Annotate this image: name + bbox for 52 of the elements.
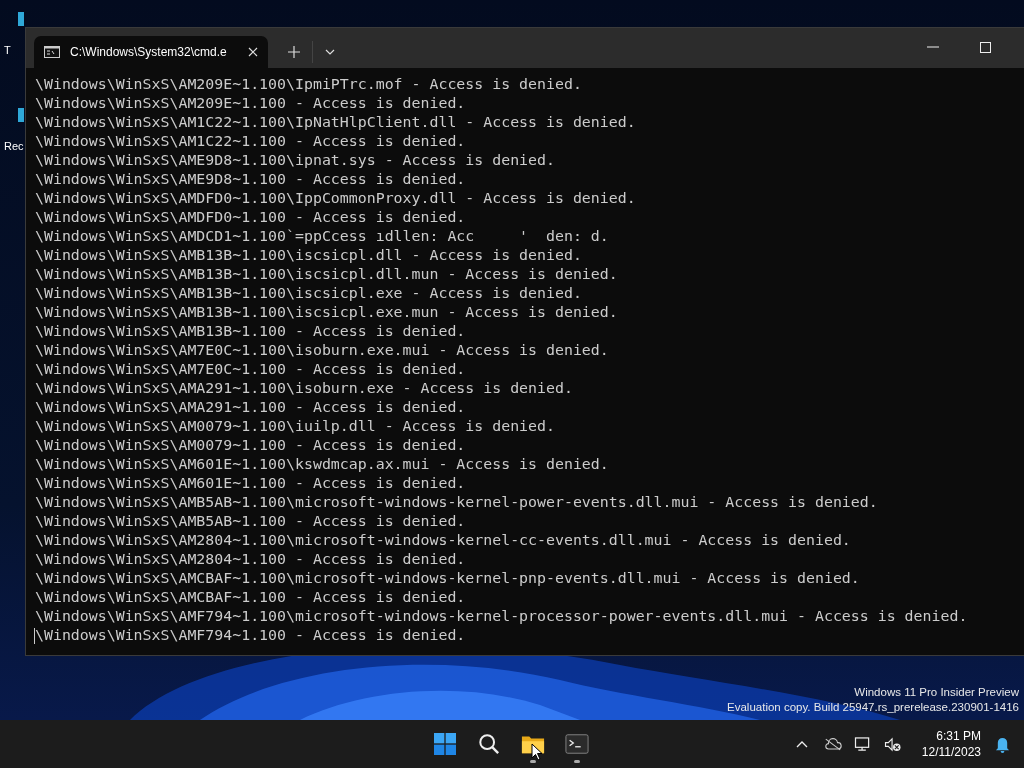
console-output-line: \Windows\WinSxS\AMF794~1.100 - Access is denied. xyxy=(35,626,467,645)
clock-time[interactable]: 6:31 PM xyxy=(936,728,981,744)
console-output-line: \Windows\WinSxS\AMB13B~1.100\iscsicpl.dll.mun - Access is denied. xyxy=(35,265,619,284)
desktop-icon-label: Rec xyxy=(4,140,24,152)
console-output-line: \Windows\WinSxS\AM2804~1.100 - Access is denied. xyxy=(35,550,467,569)
console-output-line: \Windows\WinSxS\AMDCD1~1.100`=ppCcess ıdllen: Acc ' den: d. xyxy=(35,227,610,246)
console-output-line: \Windows\WinSxS\AMA291~1.100 - Access is denied. xyxy=(35,398,467,417)
console-output-line: \Windows\WinSxS\AM0079~1.100 - Access is denied. xyxy=(35,436,467,455)
chevron-up-icon[interactable] xyxy=(795,740,808,748)
maximize-icon[interactable] xyxy=(980,42,991,53)
console-output-line: \Windows\WinSxS\AMB13B~1.100\iscsicpl.exe.mun - Access is denied. xyxy=(35,303,619,322)
network-icon[interactable] xyxy=(853,736,872,752)
console-output-line: \Windows\WinSxS\AMDFD0~1.100\IppCommonProxy.dll - Access is denied. xyxy=(35,189,637,208)
clock-date[interactable]: 12/11/2023 xyxy=(921,744,981,760)
volume-muted-icon[interactable] xyxy=(883,736,902,752)
notification-bell-icon[interactable] xyxy=(995,735,1010,753)
console-output-line: \Windows\WinSxS\AM7E0C~1.100 - Access is denied. xyxy=(35,360,467,379)
tab-title: C:\Windows\System32\cmd.e xyxy=(70,45,228,59)
terminal-icon[interactable] xyxy=(565,733,589,755)
console-output-line: \Windows\WinSxS\AM7E0C~1.100\isoburn.exe.mui - Access is denied. xyxy=(35,341,610,360)
command-prompt-icon xyxy=(44,46,60,58)
console-output-line: \Windows\WinSxS\AM2804~1.100\microsoft-windows-kernel-cc-events.dll.mui - Access is denied. xyxy=(35,531,852,550)
cloud-off-icon[interactable] xyxy=(823,736,842,752)
console-output-line: \Windows\WinSxS\AM601E~1.100 - Access is denied. xyxy=(35,474,467,493)
console-output-line: \Windows\WinSxS\AME9D8~1.100 - Access is denied. xyxy=(35,170,467,189)
edition-notice-text: Windows 11 Pro Insider Preview xyxy=(854,685,1019,700)
console-output-line: \Windows\WinSxS\AMB13B~1.100\iscsicpl.exe - Access is denied. xyxy=(35,284,583,303)
edition-notice-text: Evaluation copy. Build 25947.rs_prerelease.230901-1416 xyxy=(727,700,1019,715)
console-output-line: \Windows\WinSxS\AMB5AB~1.100\microsoft-windows-kernel-power-events.dll.mui - Access is denied. xyxy=(35,493,879,512)
console-output-line: \Windows\WinSxS\AMCBAF~1.100 - Access is denied. xyxy=(35,588,467,607)
console-output-line: \Windows\WinSxS\AMB13B~1.100\iscsicpl.dll - Access is denied. xyxy=(35,246,583,265)
console-output-line: \Windows\WinSxS\AM601E~1.100\kswdmcap.ax.mui - Access is denied. xyxy=(35,455,610,474)
mouse-pointer-icon xyxy=(531,743,543,761)
terminal-tab[interactable]: C:\Windows\System32\cmd.e xyxy=(34,36,268,68)
new-tab-icon[interactable] xyxy=(288,46,300,58)
console-output-line: \Windows\WinSxS\AMA291~1.100\isoburn.exe - Access is denied. xyxy=(35,379,574,398)
console-output-line: \Windows\WinSxS\AM1C22~1.100\IpNatHlpClient.dll - Access is denied. xyxy=(35,113,637,132)
desktop-icon-label: T xyxy=(4,44,11,56)
console-output-line: \Windows\WinSxS\AM209E~1.100 - Access is denied. xyxy=(35,94,467,113)
console-output-line: \Windows\WinSxS\AMF794~1.100\microsoft-windows-kernel-processor-power-events.dll.mui - Access is denied. xyxy=(35,607,969,626)
console-output-line: \Windows\WinSxS\AM1C22~1.100 - Access is denied. xyxy=(35,132,467,151)
console-output-line: \Windows\WinSxS\AM0079~1.100\iuilp.dll - Access is denied. xyxy=(35,417,556,436)
console-output-line: \Windows\WinSxS\AMCBAF~1.100\microsoft-windows-kernel-pnp-events.dll.mui - Access is denied. xyxy=(35,569,861,588)
console-output-line: \Windows\WinSxS\AMB5AB~1.100 - Access is denied. xyxy=(35,512,467,531)
console-output-line: \Windows\WinSxS\AMDFD0~1.100 - Access is denied. xyxy=(35,208,467,227)
search-icon[interactable] xyxy=(477,733,501,755)
close-tab-icon[interactable] xyxy=(248,47,258,57)
dropdown-chevron-icon[interactable] xyxy=(325,49,335,55)
start-icon[interactable] xyxy=(433,733,457,755)
console-output-line: \Windows\WinSxS\AME9D8~1.100\ipnat.sys - Access is denied. xyxy=(35,151,556,170)
console-output-line: \Windows\WinSxS\AM209E~1.100\IpmiPTrc.mof - Access is denied. xyxy=(35,75,583,94)
console-output-line: \Windows\WinSxS\AMB13B~1.100 - Access is denied. xyxy=(35,322,467,341)
